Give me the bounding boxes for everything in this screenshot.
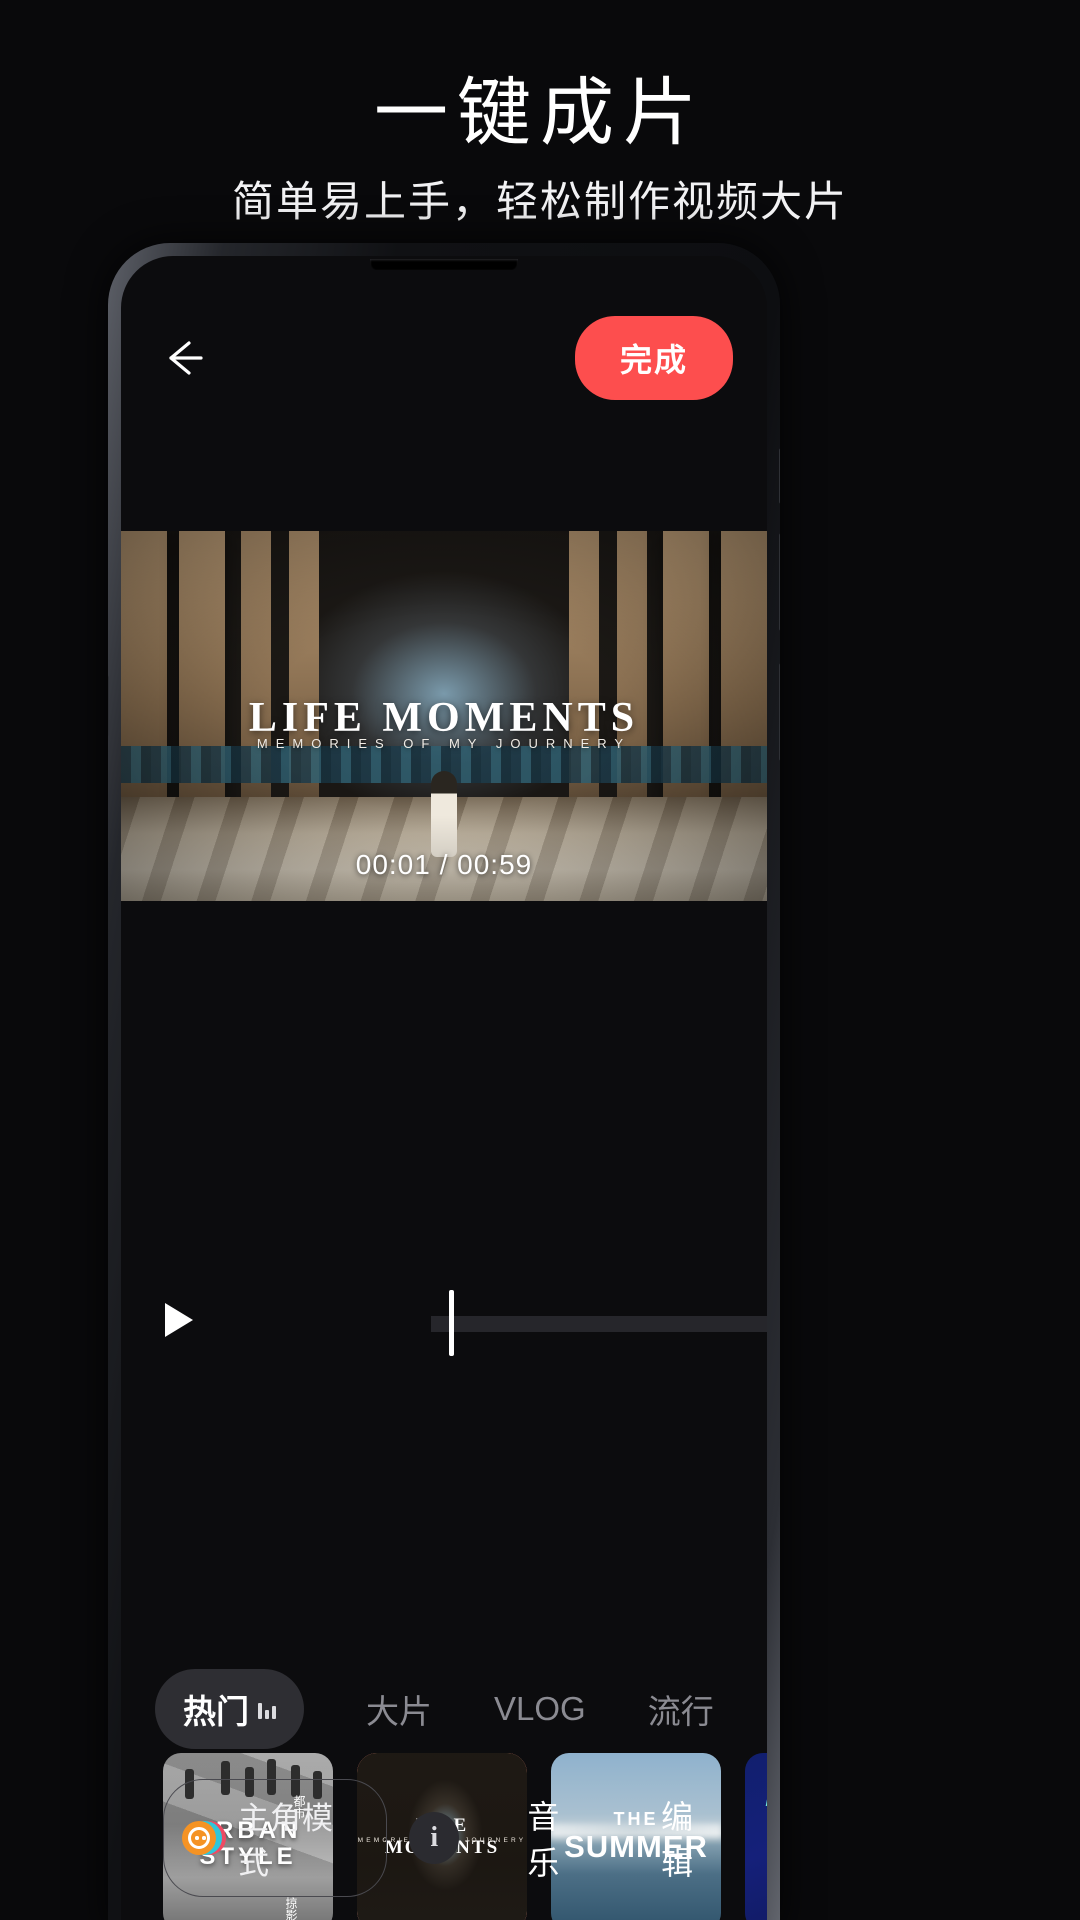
preview-overlay-title: LIFE MOMENTS <box>248 694 640 741</box>
playback-transport <box>121 1272 767 1368</box>
phone-mockup: 完成 LIFE MOMENTS MEMORIES OF MY JOURNERY … <box>108 243 780 1920</box>
phone-side-button-power <box>108 675 109 737</box>
phone-side-button-volume-down <box>779 663 780 761</box>
promo-page: 一键成片 简单易上手，轻松制作视频大片 完成 LIFE MOMENTS MEMO… <box>0 0 1080 1920</box>
arrow-left-icon[interactable] <box>155 330 211 386</box>
category-tab-bar: 热门 大片 VLOG 流行 复古 <box>121 1669 767 1749</box>
tab-hot-label: 热门 <box>183 1693 249 1730</box>
info-icon[interactable]: i <box>409 1812 460 1864</box>
app-top-bar: 完成 <box>121 308 767 408</box>
phone-side-button-volume-up <box>779 533 780 631</box>
tab-vlog[interactable]: VLOG <box>494 1674 586 1744</box>
timeline-playhead[interactable] <box>449 1290 454 1356</box>
protagonist-mode-button[interactable]: 主角模式 <box>163 1779 388 1897</box>
tab-blockbuster[interactable]: 大片 <box>366 1669 432 1749</box>
phone-screen: 完成 LIFE MOMENTS MEMORIES OF MY JOURNERY … <box>121 256 767 1920</box>
earpiece-speaker <box>370 259 518 270</box>
tab-trending[interactable]: 流行 <box>648 1669 714 1749</box>
done-button[interactable]: 完成 <box>574 316 733 400</box>
page-title: 一键成片 <box>374 71 706 154</box>
sound-bars-icon <box>258 1699 276 1719</box>
timeline-track[interactable] <box>431 1316 767 1332</box>
video-preview[interactable]: LIFE MOMENTS MEMORIES OF MY JOURNERY 00:… <box>121 531 767 901</box>
preview-overlay-subtitle: MEMORIES OF MY JOURNERY <box>256 736 632 752</box>
protagonist-mode-icon <box>182 1818 226 1858</box>
timeline-track-area[interactable] <box>431 1272 767 1368</box>
page-subtitle: 简单易上手，轻松制作视频大片 <box>231 178 848 225</box>
phone-side-button-mute <box>779 448 780 504</box>
template-cjk-bottom: 掠影 <box>284 1897 298 1920</box>
music-button[interactable]: 音乐 <box>527 1792 593 1884</box>
tab-hot[interactable]: 热门 <box>155 1669 304 1749</box>
bottom-action-bar: 主角模式 i 音乐 编辑 <box>121 1779 767 1897</box>
play-icon[interactable] <box>165 1303 193 1337</box>
edit-button[interactable]: 编辑 <box>661 1792 727 1884</box>
preview-time-label: 00:01 / 00:59 <box>355 849 533 880</box>
protagonist-mode-label: 主角模式 <box>238 1801 334 1881</box>
